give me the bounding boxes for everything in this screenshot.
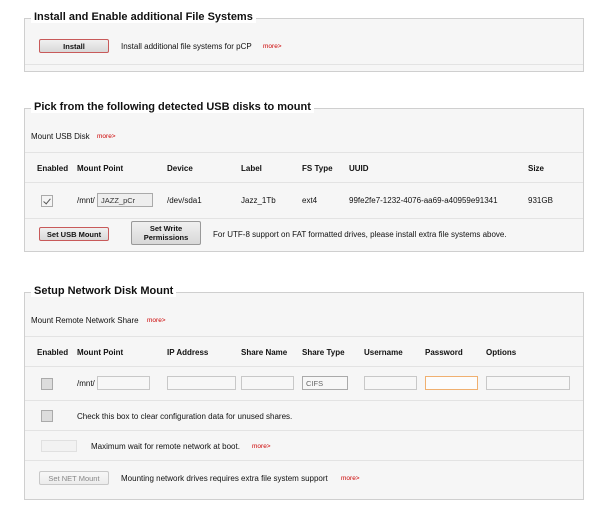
clear-config-checkbox[interactable] bbox=[41, 410, 53, 422]
install-filesystems-section: Install and Enable additional File Syste… bbox=[24, 11, 584, 72]
utf8-note: For UTF-8 support on FAT formatted drive… bbox=[213, 230, 507, 239]
usb-size: 931GB bbox=[528, 196, 553, 205]
wait-more-link[interactable]: more> bbox=[252, 443, 271, 450]
usb-section-title: Pick from the following detected USB dis… bbox=[31, 101, 314, 113]
net-header-share-type: Share Type bbox=[302, 348, 345, 357]
net-ip-address-input[interactable] bbox=[167, 376, 236, 390]
usb-header-label: Label bbox=[241, 164, 262, 173]
network-more-link[interactable]: more> bbox=[147, 317, 166, 324]
net-share-type-select[interactable]: CIFS bbox=[302, 376, 348, 390]
net-support-note: Mounting network drives requires extra f… bbox=[121, 474, 328, 483]
usb-header-device: Device bbox=[167, 164, 193, 173]
net-mount-prefix: /mnt/ bbox=[77, 379, 95, 388]
network-table-header: Enabled Mount Point IP Address Share Nam… bbox=[25, 337, 583, 367]
net-header-mount-point: Mount Point bbox=[77, 348, 124, 357]
usb-fs-type: ext4 bbox=[302, 196, 318, 205]
net-enabled-checkbox[interactable] bbox=[41, 378, 53, 390]
usb-mount-prefix: /mnt/ bbox=[77, 196, 95, 205]
usb-disk-row: /mnt/ JAZZ_pCr /dev/sda1 Jazz_1Tb ext4 9… bbox=[25, 183, 583, 219]
set-usb-mount-button[interactable]: Set USB Mount bbox=[39, 227, 109, 241]
network-subtitle: Mount Remote Network Share bbox=[31, 316, 139, 325]
set-write-line2: Permissions bbox=[143, 233, 189, 242]
clear-config-note: Check this box to clear configuration da… bbox=[77, 412, 293, 421]
usb-header-uuid: UUID bbox=[349, 164, 369, 173]
usb-enabled-checkbox[interactable] bbox=[41, 195, 53, 207]
usb-header-fs-type: FS Type bbox=[302, 164, 333, 173]
set-net-row: Set NET Mount Mounting network drives re… bbox=[25, 461, 583, 497]
wait-row: Maximum wait for remote network at boot.… bbox=[25, 431, 583, 461]
usb-header-size: Size bbox=[528, 164, 545, 173]
set-write-permissions-button[interactable]: Set Write Permissions bbox=[131, 221, 201, 245]
usb-mount-point-input[interactable]: JAZZ_pCr bbox=[97, 193, 153, 207]
set-net-mount-button[interactable]: Set NET Mount bbox=[39, 471, 109, 485]
usb-table-header: Enabled Mount Point Device Label FS Type… bbox=[25, 153, 583, 183]
usb-subtitle-row: Mount USB Disk more> bbox=[25, 121, 583, 153]
install-button[interactable]: Install bbox=[39, 39, 109, 53]
usb-header-enabled: Enabled bbox=[37, 164, 69, 173]
install-row: Install Install additional file systems … bbox=[25, 29, 583, 65]
usb-subtitle: Mount USB Disk bbox=[31, 132, 90, 141]
wait-note: Maximum wait for remote network at boot. bbox=[91, 442, 240, 451]
network-subtitle-row: Mount Remote Network Share more> bbox=[25, 305, 583, 337]
usb-uuid: 99fe2fe7-1232-4076-aa69-a40959e91341 bbox=[349, 196, 498, 205]
net-header-options: Options bbox=[486, 348, 517, 357]
network-share-row: /mnt/ CIFS bbox=[25, 367, 583, 401]
usb-disks-section: Pick from the following detected USB dis… bbox=[24, 101, 584, 252]
net-options-input[interactable] bbox=[486, 376, 570, 390]
net-header-ip-address: IP Address bbox=[167, 348, 209, 357]
usb-more-link[interactable]: more> bbox=[97, 133, 116, 140]
net-header-password: Password bbox=[425, 348, 463, 357]
install-section-title: Install and Enable additional File Syste… bbox=[31, 11, 256, 23]
net-password-input[interactable] bbox=[425, 376, 478, 390]
usb-label: Jazz_1Tb bbox=[241, 196, 276, 205]
usb-header-mount-point: Mount Point bbox=[77, 164, 124, 173]
clear-config-row: Check this box to clear configuration da… bbox=[25, 401, 583, 431]
install-more-link[interactable]: more> bbox=[263, 43, 282, 50]
set-write-line1: Set Write bbox=[149, 224, 183, 233]
network-section-title: Setup Network Disk Mount bbox=[31, 285, 177, 297]
usb-device: /dev/sda1 bbox=[167, 196, 202, 205]
net-more-link[interactable]: more> bbox=[341, 475, 360, 482]
net-mount-point-input[interactable] bbox=[97, 376, 150, 390]
net-share-name-input[interactable] bbox=[241, 376, 294, 390]
network-mount-section: Setup Network Disk Mount Mount Remote Ne… bbox=[24, 285, 584, 500]
net-username-input[interactable] bbox=[364, 376, 417, 390]
wait-seconds-input[interactable] bbox=[41, 440, 77, 452]
net-header-share-name: Share Name bbox=[241, 348, 288, 357]
net-header-enabled: Enabled bbox=[37, 348, 69, 357]
net-header-username: Username bbox=[364, 348, 403, 357]
install-description: Install additional file systems for pCP bbox=[121, 42, 252, 51]
